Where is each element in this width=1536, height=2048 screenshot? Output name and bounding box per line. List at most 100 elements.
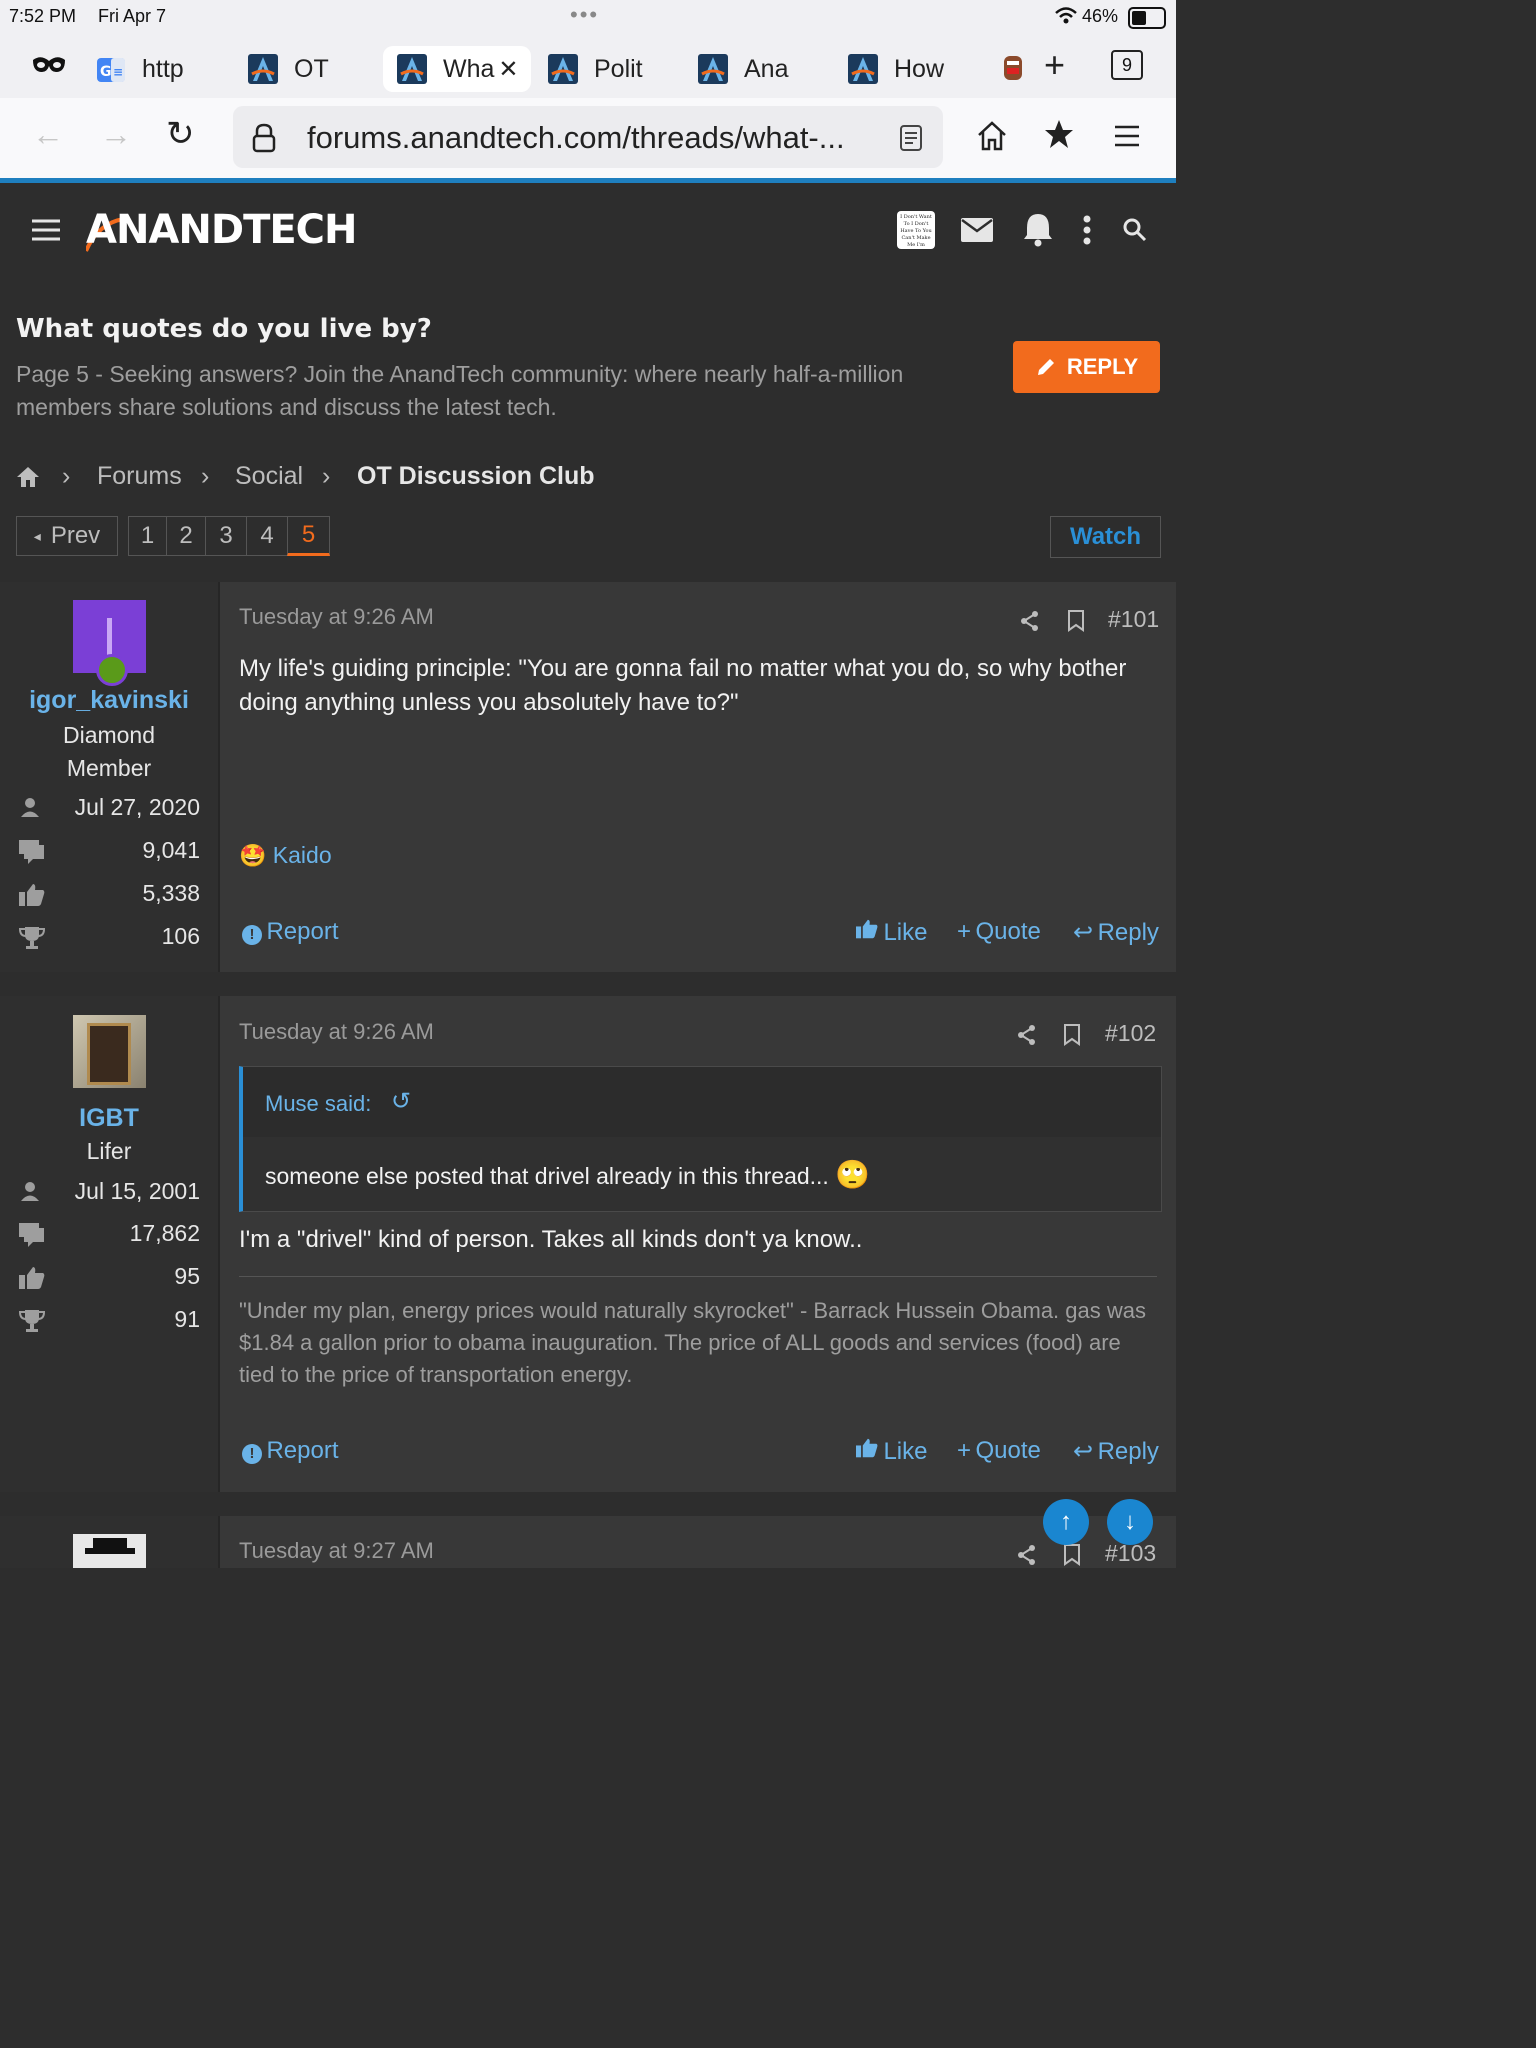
username[interactable]: IGBT [0, 1104, 218, 1133]
tab-ot[interactable]: OT [248, 46, 329, 92]
breadcrumb-separator-icon: › [322, 462, 331, 490]
home-icon[interactable] [976, 120, 1008, 152]
breadcrumb-separator-icon: › [62, 462, 71, 490]
quote-author[interactable]: Muse said: [265, 1091, 371, 1117]
anandtech-favicon [848, 54, 878, 84]
back-icon[interactable]: ← [32, 116, 64, 153]
multitask-dots-icon[interactable]: ••• [570, 2, 599, 28]
user-avatar[interactable]: I Don't Want To I Don't Have To You Can'… [897, 211, 935, 249]
reaction-user[interactable]: Kaido [273, 842, 332, 868]
breadcrumb-current[interactable]: OT Discussion Club [357, 462, 595, 491]
quote-text: someone else posted that drivel already … [265, 1163, 829, 1189]
tab-how[interactable]: How [848, 46, 944, 92]
breadcrumb-separator-icon: › [201, 462, 210, 490]
like-icon [856, 919, 878, 939]
share-icon[interactable] [1017, 1544, 1037, 1566]
page-link-4[interactable]: 4 [246, 516, 288, 556]
post-time[interactable]: Tuesday at 9:27 AM [239, 1538, 434, 1564]
bookmark-icon[interactable] [1063, 1024, 1081, 1046]
post-time[interactable]: Tuesday at 9:26 AM [239, 1019, 434, 1045]
status-time: 7:52 PM [9, 6, 77, 26]
thread-description: Page 5 - Seeking answers? Join the Anand… [16, 361, 904, 420]
bookmarks-star-icon[interactable] [1043, 118, 1075, 152]
page-link-5-current[interactable]: 5 [287, 516, 330, 556]
like-button[interactable]: Like [855, 1437, 927, 1466]
quote-button[interactable]: + Quote [957, 918, 1041, 946]
watch-button[interactable]: Watch [1050, 516, 1161, 558]
post-number[interactable]: #101 [1108, 606, 1159, 633]
mascot-icon[interactable] [998, 52, 1028, 82]
page-link-3[interactable]: 3 [205, 516, 247, 556]
user-icon [21, 798, 39, 817]
anandtech-favicon [548, 54, 578, 84]
post-reply-button[interactable]: ↩ Reply [1073, 1437, 1159, 1466]
share-icon[interactable] [1017, 1024, 1037, 1046]
tab-count-button[interactable]: 9 [1111, 50, 1143, 80]
breadcrumb-social[interactable]: Social [235, 462, 303, 491]
page-link-2[interactable]: 2 [166, 516, 206, 556]
username[interactable]: igor_kavinski [0, 686, 218, 715]
star-struck-emoji-icon: 🤩 [239, 843, 267, 868]
points-count: 91 [174, 1306, 200, 1332]
more-options-icon[interactable] [1082, 215, 1092, 245]
quote-button[interactable]: + Quote [957, 1437, 1041, 1465]
notifications-bell-icon[interactable] [1022, 211, 1054, 247]
plus-icon: + [957, 1437, 972, 1464]
bookmark-icon[interactable] [1067, 610, 1085, 632]
avatar[interactable] [73, 1015, 146, 1088]
pencil-icon [1037, 359, 1054, 375]
like-icon [856, 1438, 878, 1458]
report-link[interactable]: ! Report [242, 1437, 339, 1465]
chevron-left-icon: ◂ [33, 527, 41, 544]
private-mode-icon[interactable] [32, 54, 66, 74]
search-icon[interactable] [1122, 217, 1148, 243]
reactions-bar[interactable]: 🤩 Kaido [239, 842, 332, 869]
tab-what-active[interactable]: Wha ✕ [383, 46, 531, 92]
forward-icon[interactable]: → [100, 116, 132, 153]
post-number[interactable]: #102 [1105, 1020, 1156, 1047]
breadcrumb-forums[interactable]: Forums [97, 462, 182, 491]
like-button[interactable]: Like [855, 918, 927, 947]
reader-view-icon[interactable] [899, 124, 923, 152]
quote-header[interactable]: Muse said: ↺ [243, 1067, 1161, 1137]
reply-button-label: REPLY [1066, 354, 1139, 379]
tab-label: Wha [443, 54, 495, 83]
bookmark-icon[interactable] [1063, 1544, 1081, 1566]
scroll-to-top-icon[interactable]: ↑ [1043, 1499, 1089, 1545]
avatar[interactable] [73, 1534, 146, 1568]
reply-arrow-icon: ↩ [1073, 919, 1094, 946]
site-header: ANANDTECH I Don't Want To I Don't Have T… [0, 183, 1176, 281]
tab-polit[interactable]: Polit [548, 46, 643, 92]
anandtech-logo[interactable]: ANANDTECH [86, 207, 358, 257]
menu-icon[interactable] [1113, 124, 1141, 148]
user-title: Lifer [86, 1138, 132, 1164]
reply-button[interactable]: REPLY [1013, 341, 1160, 393]
inbox-envelope-icon[interactable] [960, 217, 994, 243]
tab-http[interactable]: G ≡ http [96, 46, 184, 92]
tab-ana[interactable]: Ana [698, 46, 788, 92]
url-text: forums.anandtech.com/threads/what-... [307, 120, 845, 155]
avatar[interactable] [73, 600, 146, 686]
joined-date: Jul 27, 2020 [74, 794, 200, 820]
reactions-stat: 5,338 [18, 880, 200, 910]
new-tab-icon[interactable]: + [1044, 44, 1065, 86]
share-icon[interactable] [1020, 610, 1040, 632]
joined-date: Jul 15, 2001 [74, 1178, 200, 1204]
url-field[interactable]: forums.anandtech.com/threads/what-... [233, 106, 943, 168]
close-tab-icon[interactable]: ✕ [498, 55, 518, 84]
hamburger-icon[interactable] [32, 219, 60, 241]
reload-icon[interactable]: ↻ [166, 114, 195, 154]
post-reply-button[interactable]: ↩ Reply [1073, 918, 1159, 947]
tab-label: Polit [594, 54, 643, 83]
report-link[interactable]: ! Report [242, 918, 339, 946]
scroll-to-bottom-icon[interactable]: ↓ [1107, 1499, 1153, 1545]
wifi-icon [1055, 7, 1077, 24]
go-to-quoted-icon[interactable]: ↺ [391, 1087, 411, 1116]
home-breadcrumb-icon[interactable] [16, 466, 40, 488]
page-link-1[interactable]: 1 [128, 516, 167, 556]
avatar-text: I Don't Want To I Don't Have To You Can'… [900, 214, 932, 248]
prev-label: Prev [50, 522, 101, 549]
anandtech-favicon [397, 54, 427, 84]
prev-page-button[interactable]: ◂ Prev [16, 516, 118, 556]
post-time[interactable]: Tuesday at 9:26 AM [239, 604, 434, 630]
